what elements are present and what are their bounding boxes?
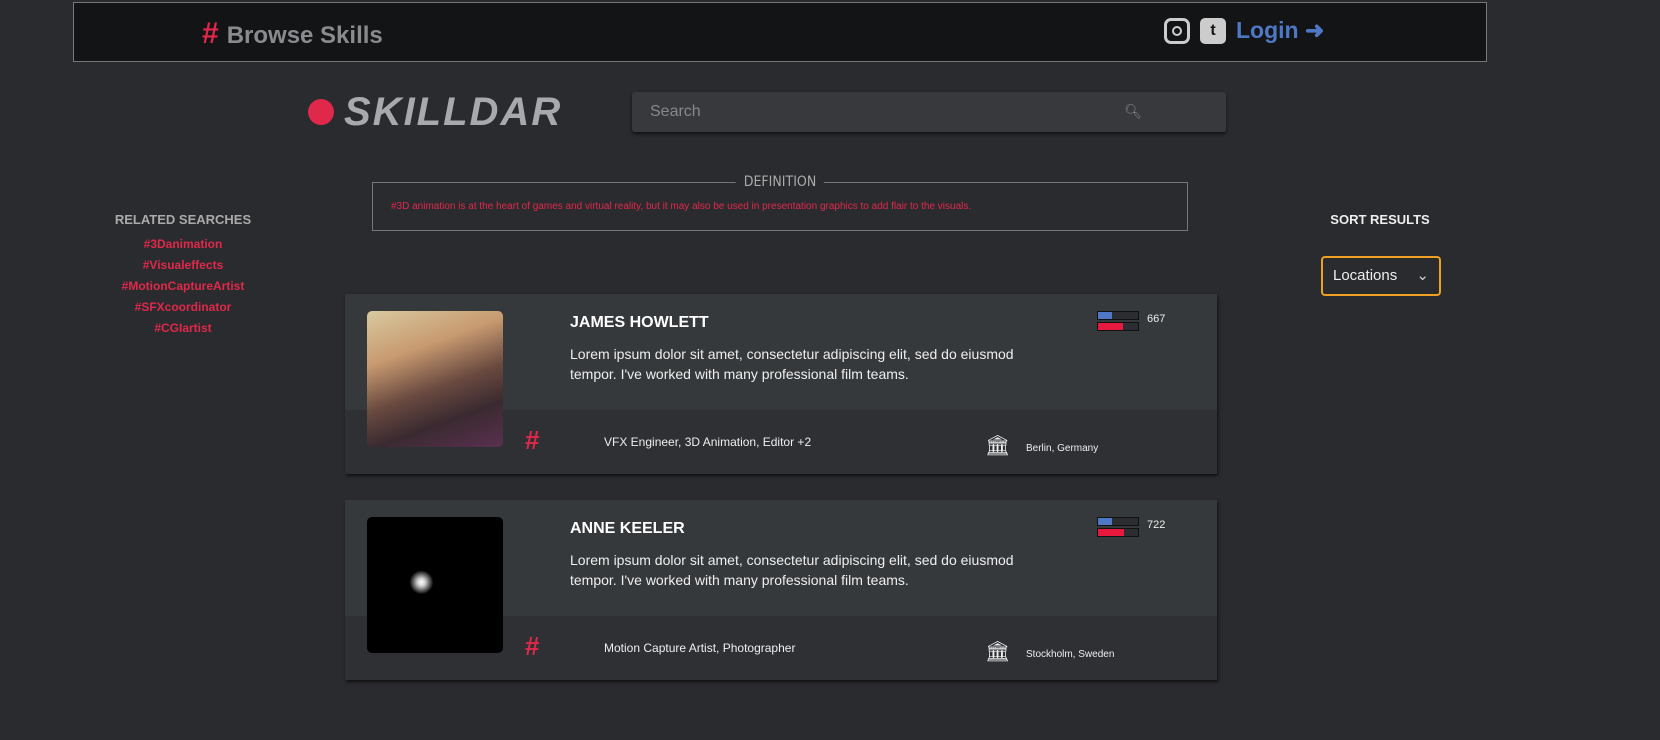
result-card[interactable]: ANNE KEELER Lorem ipsum dolor sit amet, … (345, 500, 1217, 680)
result-score: 722 (1147, 519, 1166, 531)
browse-skills-link[interactable]: # Browse Skills (202, 17, 383, 51)
definition-text: #3D animation is at the heart of games a… (391, 201, 972, 212)
result-score: 667 (1147, 313, 1166, 325)
red-bar (1097, 528, 1139, 537)
logo-dot-icon (308, 99, 334, 125)
related-link[interactable]: #SFXcoordinator (83, 300, 283, 314)
login-button[interactable]: Login ➜ (1236, 17, 1324, 44)
top-bar: # Browse Skills t Login ➜ (73, 2, 1487, 62)
definition-label: DEFINITION (735, 174, 825, 190)
chevron-down-icon: ⌄ (1416, 267, 1429, 284)
landmark-icon: 🏛︎ (985, 641, 1011, 663)
hash-icon: # (202, 17, 219, 50)
browse-label: Browse Skills (226, 22, 383, 49)
result-skills: VFX Engineer, 3D Animation, Editor +2 (604, 435, 812, 449)
related-link[interactable]: #Visualeffects (83, 258, 283, 272)
result-skills: Motion Capture Artist, Photographer (604, 641, 796, 655)
related-link[interactable]: #CGIartist (83, 321, 283, 335)
result-location: Berlin, Germany (1026, 443, 1099, 454)
result-name[interactable]: ANNE KEELER (570, 520, 685, 538)
blue-bar-fill (1098, 312, 1112, 319)
related-searches: RELATED SEARCHES #3Danimation #Visualeff… (83, 212, 283, 342)
result-card[interactable]: JAMES HOWLETT Lorem ipsum dolor sit amet… (345, 294, 1217, 474)
search-box: 🔍︎ (632, 92, 1226, 132)
twitter-icon[interactable]: t (1200, 17, 1226, 44)
sort-title: SORT RESULTS (1330, 212, 1430, 227)
sign-in-icon: ➜ (1304, 17, 1325, 43)
search-icon[interactable]: 🔍︎ (1124, 103, 1142, 120)
related-link[interactable]: #3Danimation (83, 237, 283, 251)
social-links: t Login ➜ (1164, 17, 1324, 44)
red-bar-fill (1098, 323, 1123, 330)
sort-selected: Locations (1333, 267, 1398, 284)
red-bar-fill (1098, 529, 1124, 536)
profile-image (367, 517, 503, 653)
sort-select[interactable]: Locations ⌄ (1321, 256, 1441, 296)
result-description: Lorem ipsum dolor sit amet, consectetur … (570, 346, 1014, 382)
login-label: Login (1236, 17, 1299, 43)
logo[interactable]: SKILLDAR (308, 92, 562, 132)
instagram-icon[interactable] (1164, 17, 1190, 44)
search-input[interactable] (632, 92, 1148, 132)
rating-bars (1097, 517, 1139, 539)
result-name[interactable]: JAMES HOWLETT (570, 314, 709, 332)
blue-bar (1097, 517, 1139, 526)
result-location: Stockholm, Sweden (1026, 649, 1115, 660)
related-title: RELATED SEARCHES (114, 212, 252, 227)
hash-icon: # (525, 425, 540, 455)
landmark-icon: 🏛︎ (985, 435, 1011, 457)
related-link[interactable]: #MotionCaptureArtist (83, 279, 283, 293)
sort-section: SORT RESULTS (1300, 212, 1460, 227)
logo-text: SKILLDAR (344, 90, 563, 134)
profile-image (367, 311, 503, 447)
blue-bar (1097, 311, 1139, 320)
hash-icon: # (525, 631, 540, 661)
blue-bar-fill (1098, 518, 1112, 525)
rating-bars (1097, 311, 1139, 333)
definition-box: DEFINITION #3D animation is at the heart… (372, 174, 1188, 231)
red-bar (1097, 322, 1139, 331)
result-description: Lorem ipsum dolor sit amet, consectetur … (570, 552, 1014, 588)
